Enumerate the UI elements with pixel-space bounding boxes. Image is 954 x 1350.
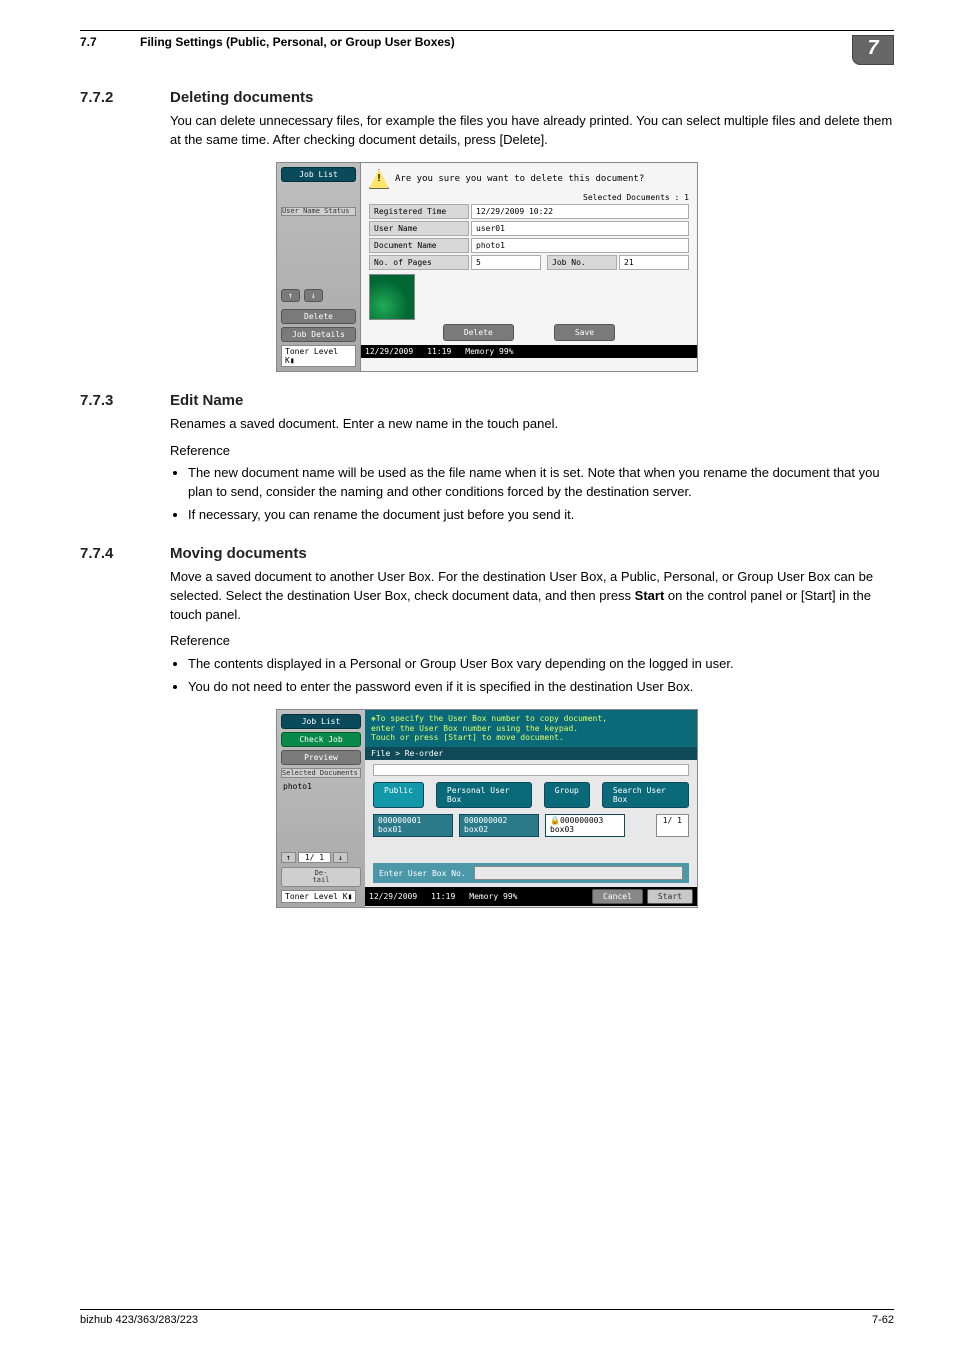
reg-time-label: Registered Time bbox=[369, 204, 469, 219]
section-title: Deleting documents bbox=[170, 89, 894, 106]
user-box-item[interactable]: 000000001box01 bbox=[373, 814, 453, 838]
chapter-tab: 7 bbox=[852, 35, 894, 65]
pages-label: No. of Pages bbox=[369, 255, 469, 270]
doc-name-label: Document Name bbox=[369, 238, 469, 253]
bullet-item: The contents displayed in a Personal or … bbox=[188, 655, 894, 674]
page-down-icon[interactable]: ↓ bbox=[333, 852, 348, 863]
selected-docs-label: Selected Documents bbox=[583, 193, 670, 202]
side-pager: 1/ 1 bbox=[298, 852, 331, 863]
toner-level: Toner Level K▮ bbox=[281, 890, 356, 903]
arrow-down-icon[interactable]: ↓ bbox=[304, 289, 323, 302]
bullet-item: The new document name will be used as th… bbox=[188, 464, 894, 502]
memory-label: Memory bbox=[469, 892, 498, 901]
job-details-button[interactable]: Job Details bbox=[281, 327, 356, 342]
enter-box-label: Enter User Box No. bbox=[379, 869, 466, 878]
preview-button[interactable]: Preview bbox=[281, 750, 361, 765]
job-list-button[interactable]: Job List bbox=[281, 167, 356, 182]
page-footer: bizhub 423/363/283/223 7-62 bbox=[80, 1309, 894, 1326]
user-name-value: user01 bbox=[471, 221, 689, 236]
section-number: 7.7.2 bbox=[80, 89, 170, 106]
header-section-title: Filing Settings (Public, Personal, or Gr… bbox=[140, 35, 852, 49]
breadcrumb: File > Re-order bbox=[365, 747, 697, 760]
page-up-icon[interactable]: ↑ bbox=[281, 852, 296, 863]
selected-docs-label: Selected Documents bbox=[281, 768, 361, 778]
box-pager: 1/ 1 bbox=[656, 814, 689, 838]
save-button[interactable]: Save bbox=[554, 324, 615, 341]
hint-panel: ❖To specify the User Box number to copy … bbox=[365, 710, 697, 747]
user-status-label: User Name Status bbox=[281, 207, 356, 216]
bullet-item: If necessary, you can rename the documen… bbox=[188, 506, 894, 525]
user-box-item-selected[interactable]: 🔒000000003box03 bbox=[545, 814, 625, 838]
memory-label: Memory bbox=[465, 347, 494, 356]
section-number: 7.7.4 bbox=[80, 545, 170, 562]
status-time: 11:19 bbox=[427, 347, 451, 356]
reference-label: Reference bbox=[170, 632, 894, 651]
confirm-message: Are you sure you want to delete this doc… bbox=[395, 174, 644, 184]
job-no-label: Job No. bbox=[547, 255, 617, 270]
footer-model: bizhub 423/363/283/223 bbox=[80, 1314, 198, 1326]
memory-value: 99% bbox=[499, 347, 513, 356]
header-section-num: 7.7 bbox=[80, 35, 140, 49]
detail-button[interactable]: De- tail bbox=[281, 867, 361, 887]
doc-name-value: photo1 bbox=[471, 238, 689, 253]
section-body: Renames a saved document. Enter a new na… bbox=[170, 415, 894, 434]
delete-confirm-screenshot: Job List User Name Status ↑ ↓ Delete Job… bbox=[276, 162, 698, 372]
tab-group[interactable]: Group bbox=[544, 782, 590, 808]
user-box-item[interactable]: 000000002box02 bbox=[459, 814, 539, 838]
bullet-item: You do not need to enter the password ev… bbox=[188, 678, 894, 697]
footer-page: 7-62 bbox=[872, 1314, 894, 1326]
reference-label: Reference bbox=[170, 442, 894, 461]
section-body: Move a saved document to another User Bo… bbox=[170, 568, 894, 625]
arrow-up-icon[interactable]: ↑ bbox=[281, 289, 300, 302]
cancel-button[interactable]: Cancel bbox=[592, 889, 643, 904]
job-no-value: 21 bbox=[619, 255, 689, 270]
delete-button[interactable]: Delete bbox=[443, 324, 514, 341]
section-number: 7.7.3 bbox=[80, 392, 170, 409]
tab-public[interactable]: Public bbox=[373, 782, 424, 808]
user-name-label: User Name bbox=[369, 221, 469, 236]
user-box-input[interactable] bbox=[474, 866, 683, 880]
start-button[interactable]: Start bbox=[647, 889, 693, 904]
status-date: 12/29/2009 bbox=[365, 347, 413, 356]
status-date: 12/29/2009 bbox=[369, 892, 417, 901]
document-thumbnail bbox=[369, 274, 415, 320]
reg-time-value: 12/29/2009 10:22 bbox=[471, 204, 689, 219]
selected-doc-name: photo1 bbox=[281, 781, 361, 792]
memory-value: 99% bbox=[503, 892, 517, 901]
toner-level: Toner Level K▮ bbox=[281, 345, 356, 367]
section-title: Moving documents bbox=[170, 545, 894, 562]
tab-personal[interactable]: Personal User Box bbox=[436, 782, 532, 808]
check-job-button[interactable]: Check Job bbox=[281, 732, 361, 747]
selected-docs-count: : 1 bbox=[675, 193, 689, 202]
warning-icon: ! bbox=[369, 169, 389, 189]
section-body: You can delete unnecessary files, for ex… bbox=[170, 112, 894, 150]
side-delete-button[interactable]: Delete bbox=[281, 309, 356, 324]
job-list-button[interactable]: Job List bbox=[281, 714, 361, 729]
page-header: 7.7 Filing Settings (Public, Personal, o… bbox=[80, 35, 894, 65]
tab-search-box[interactable]: Search User Box bbox=[602, 782, 689, 808]
box-display-field bbox=[373, 764, 689, 776]
section-title: Edit Name bbox=[170, 392, 894, 409]
move-document-screenshot: Job List Check Job Preview Selected Docu… bbox=[276, 709, 698, 908]
status-time: 11:19 bbox=[431, 892, 455, 901]
lock-icon: 🔒 bbox=[550, 816, 560, 825]
pages-value: 5 bbox=[471, 255, 541, 270]
